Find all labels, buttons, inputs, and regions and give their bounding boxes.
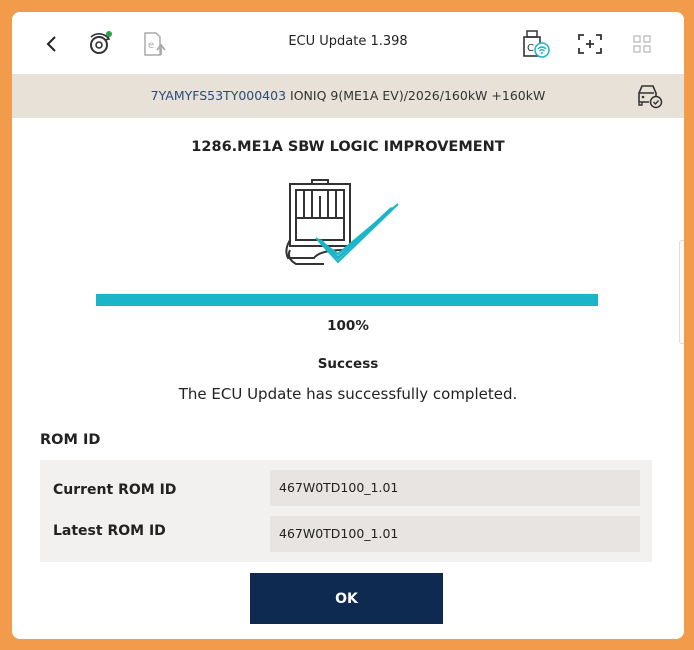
top-toolbar: e ECU Update 1.398 C bbox=[12, 12, 684, 74]
vin-number: 7YAMYFS53TY000403 bbox=[150, 88, 287, 103]
progress-fill bbox=[96, 294, 598, 306]
grid-menu-icon[interactable] bbox=[624, 26, 660, 62]
rom-id-panel: Current ROM ID 467W0TD100_1.01 Latest RO… bbox=[40, 460, 652, 562]
car-check-icon[interactable] bbox=[634, 82, 664, 110]
current-rom-value: 467W0TD100_1.01 bbox=[270, 470, 640, 506]
rom-id-heading: ROM ID bbox=[40, 432, 101, 448]
side-scroll-handle[interactable] bbox=[679, 240, 684, 344]
ecu-success-illustration bbox=[274, 178, 406, 274]
ok-button[interactable]: OK bbox=[250, 573, 443, 624]
update-name: 1286.ME1A SBW LOGIC IMPROVEMENT bbox=[191, 139, 505, 155]
progress-percent: 100% bbox=[327, 318, 369, 334]
status-message: The ECU Update has successfully complete… bbox=[178, 385, 518, 403]
progress-bar bbox=[96, 294, 598, 306]
latest-rom-label: Latest ROM ID bbox=[53, 523, 166, 539]
vehicle-info-bar: 7YAMYFS53TY000403 IONIQ 9(ME1A EV)/2026/… bbox=[12, 74, 684, 118]
vehicle-description: IONIQ 9(ME1A EV)/2026/160kW +160kW bbox=[290, 88, 546, 103]
svg-text:C: C bbox=[527, 43, 534, 54]
latest-rom-value: 467W0TD100_1.01 bbox=[270, 516, 640, 552]
status-text: Success bbox=[317, 356, 379, 372]
vci-wireless-icon[interactable]: C bbox=[518, 26, 554, 62]
vehicle-info: 7YAMYFS53TY000403 IONIQ 9(ME1A EV)/2026/… bbox=[12, 88, 684, 103]
current-rom-label: Current ROM ID bbox=[53, 482, 177, 498]
ecu-update-screen: e ECU Update 1.398 C 7YAMYFS53TY000403 I… bbox=[12, 12, 684, 639]
screen-capture-icon[interactable] bbox=[572, 26, 608, 62]
